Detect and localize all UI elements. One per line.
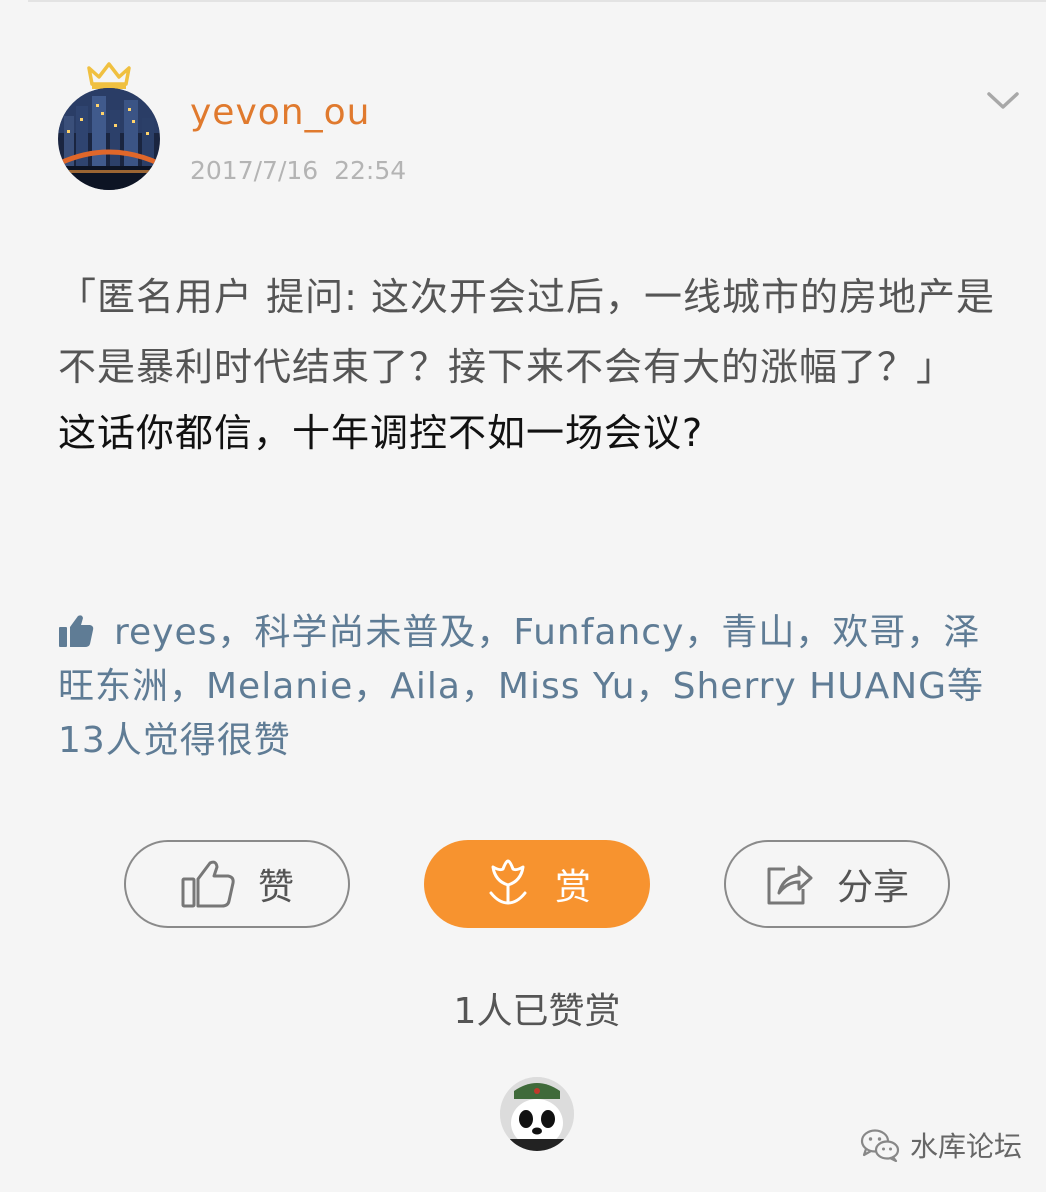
rewarder-avatar[interactable]	[500, 1077, 574, 1151]
tulip-icon	[489, 859, 527, 905]
like-label: 赞	[257, 867, 294, 908]
thumbs-up-icon	[59, 615, 94, 647]
avatar[interactable]	[58, 88, 160, 190]
likes-text: reyes，科学尚未普及，Funfancy，青山，欢哥，泽旺东洲，Melanie…	[58, 612, 985, 761]
likes-summary[interactable]: reyes，科学尚未普及，Funfancy，青山，欢哥，泽旺东洲，Melanie…	[58, 606, 998, 768]
thumbs-up-outline-icon	[181, 860, 235, 908]
watermark-text: 水库论坛	[910, 1130, 1023, 1163]
post-timestamp: 2017/7/16 22:54	[190, 156, 407, 185]
chevron-down-icon	[987, 92, 1019, 109]
reward-button[interactable]: 赏	[424, 840, 650, 928]
share-button[interactable]: 分享	[724, 840, 950, 928]
reply-text: 这话你都信，十年调控不如一场会议?	[58, 411, 704, 455]
quoted-question: 「匿名用户 提问: 这次开会过后，一线城市的房地产是不是暴利时代结束了？接下来不…	[58, 275, 995, 389]
author-name[interactable]: yevon_ou	[190, 92, 370, 133]
crown-icon	[87, 62, 131, 89]
author-avatar-group[interactable]	[58, 60, 162, 192]
divider	[28, 0, 1046, 2]
panda-avatar-image	[500, 1077, 574, 1151]
reward-label: 赏	[554, 867, 591, 908]
post-body: 「匿名用户 提问: 这次开会过后，一线城市的房地产是不是暴利时代结束了？接下来不…	[58, 262, 1026, 468]
more-options-button[interactable]	[984, 86, 1022, 116]
share-label: 分享	[836, 867, 909, 908]
avatar-image	[58, 88, 160, 190]
post-page: yevon_ou 2017/7/16 22:54 「匿名用户 提问: 这次开会过…	[0, 0, 1046, 1192]
reward-count: 1人已赞赏	[453, 991, 621, 1032]
share-icon	[767, 865, 813, 905]
wechat-icon	[860, 1129, 900, 1162]
watermark: 水库论坛	[860, 1125, 1022, 1165]
like-button[interactable]: 赞	[124, 840, 350, 928]
